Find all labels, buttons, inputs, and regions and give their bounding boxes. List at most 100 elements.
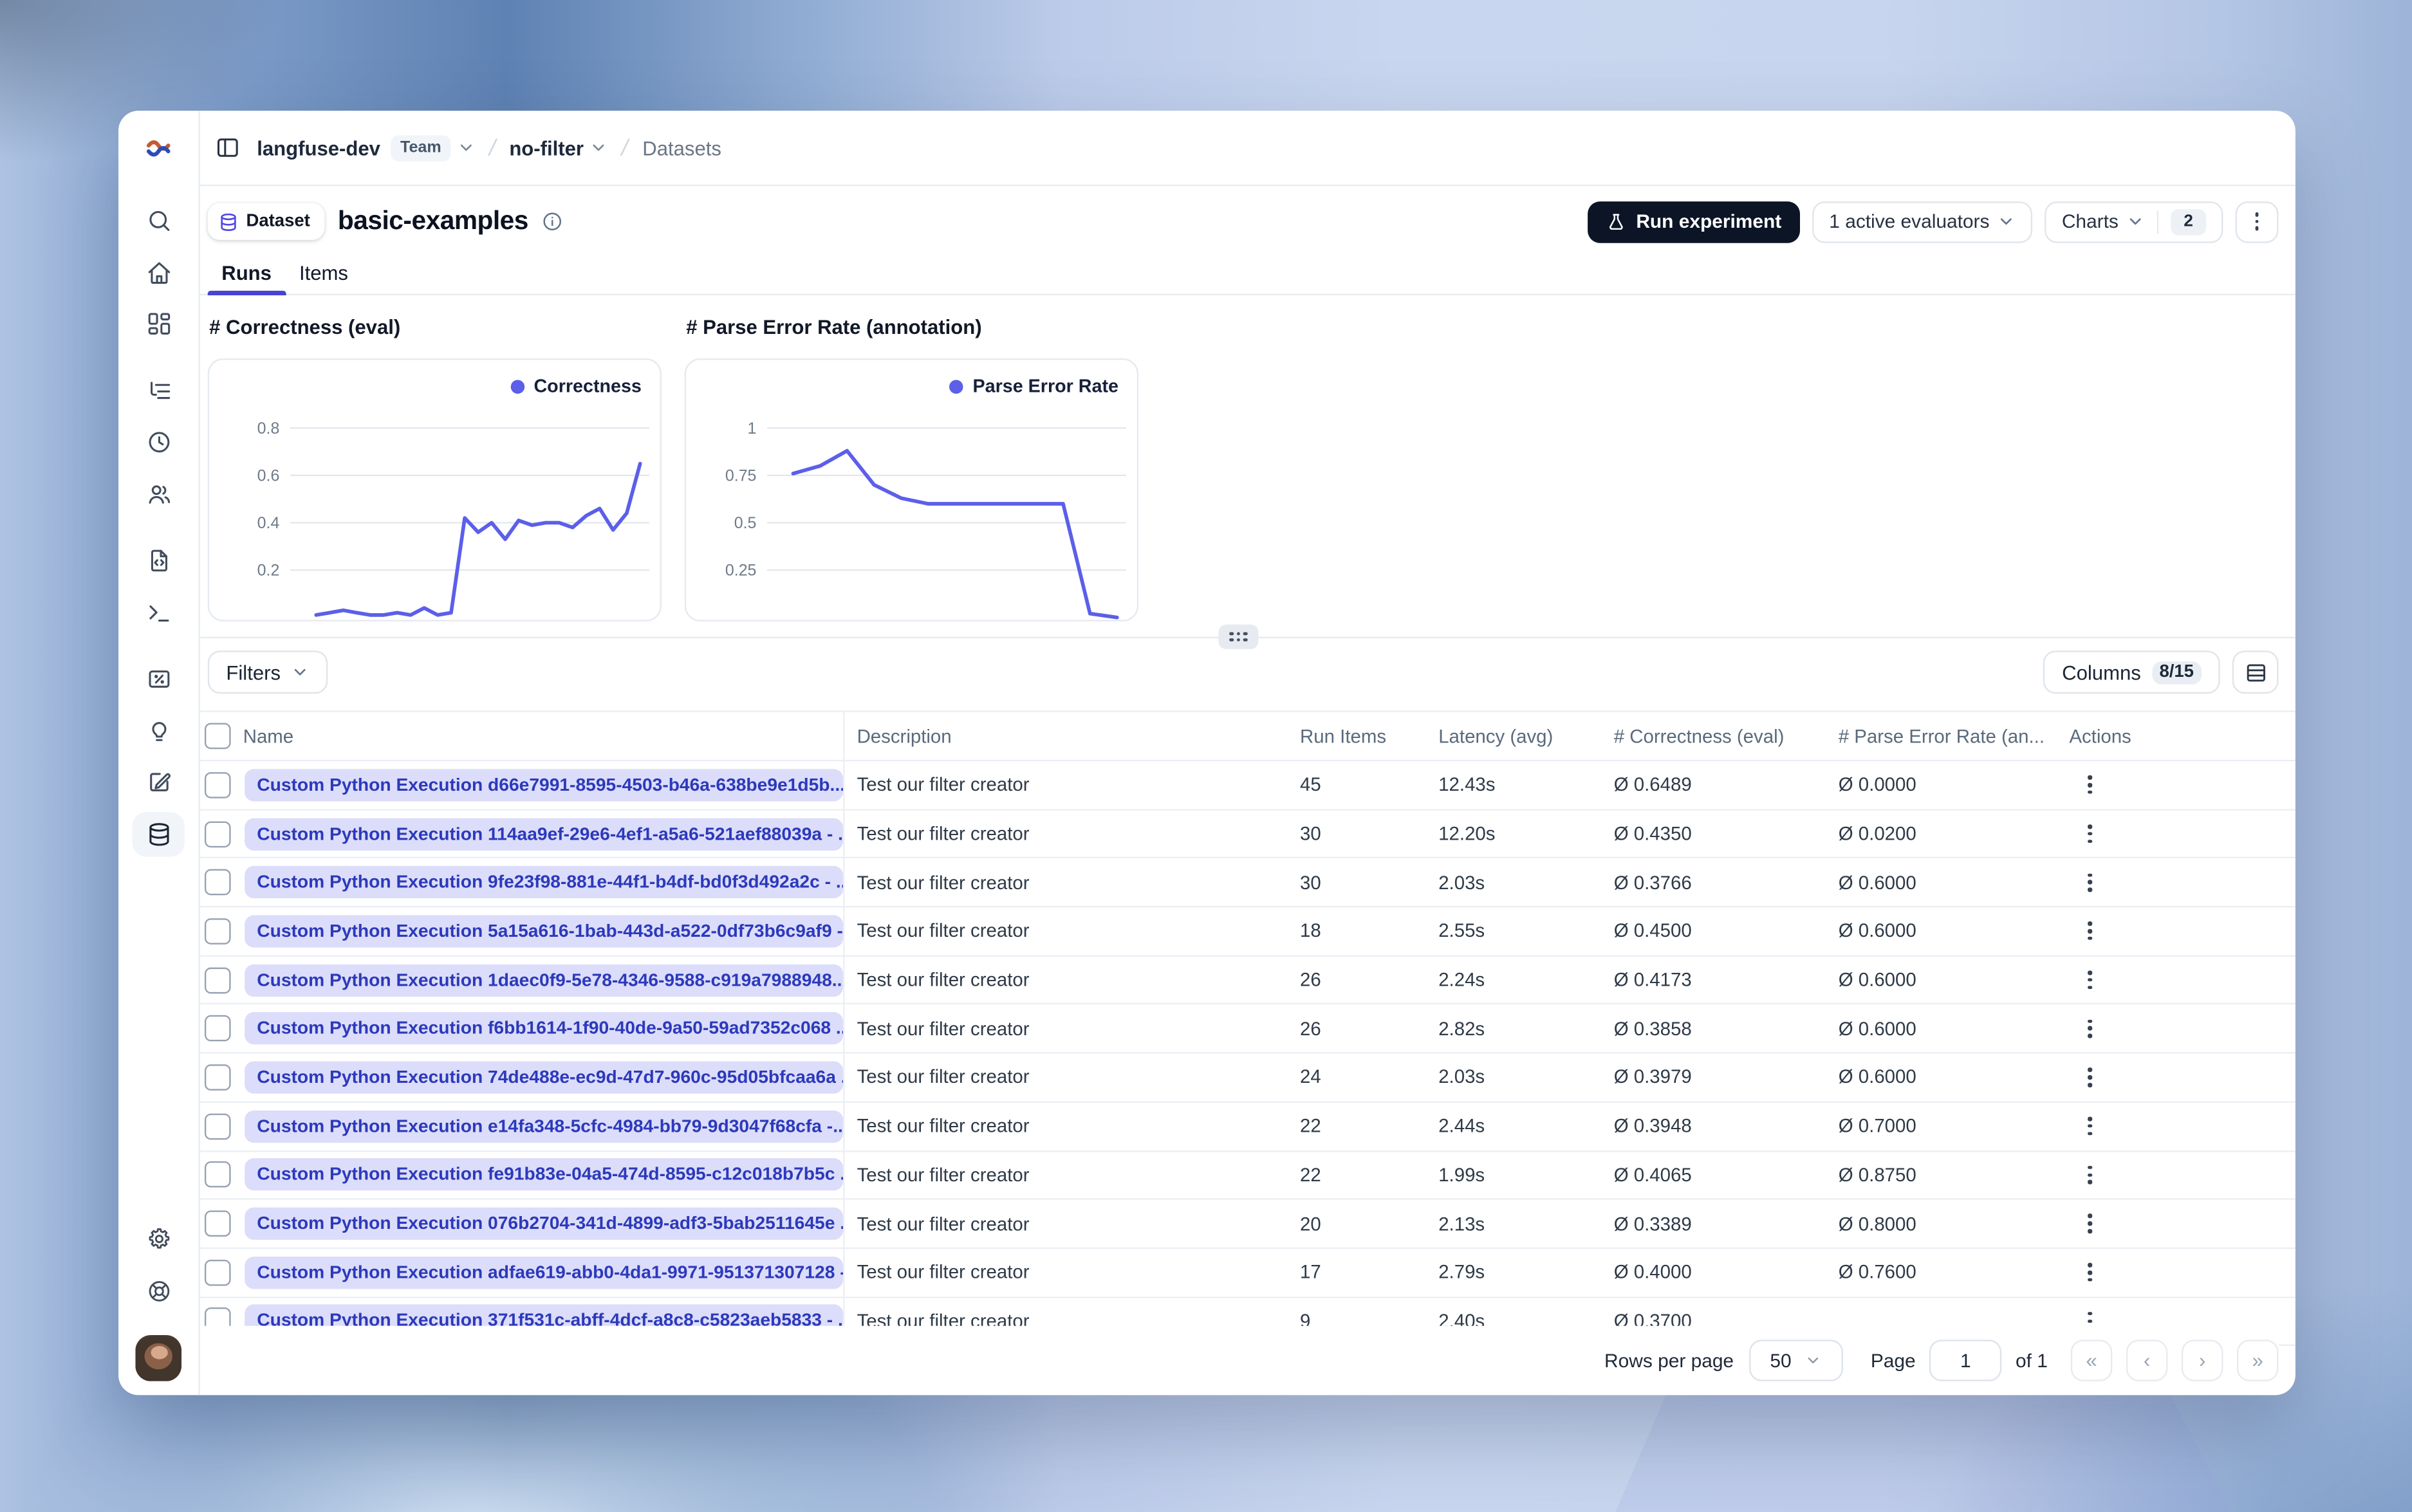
chevron-down-icon[interactable] [590,138,609,157]
table-row[interactable]: Custom Python Execution 114aa9ef-29e6-4e… [198,810,2296,859]
run-name-link[interactable]: Custom Python Execution adfae619-abb0-4d… [245,1256,844,1289]
row-checkbox[interactable] [204,771,231,798]
page-of-label: of 1 [2016,1349,2048,1372]
table-row[interactable]: Custom Python Execution d66e7991-8595-45… [198,761,2296,811]
parse-error-rate-value: Ø 0.7000 [1838,1115,1916,1138]
run-description: Test our filter creator [857,969,1030,991]
table-row[interactable]: Custom Python Execution adfae619-abb0-4d… [198,1248,2296,1298]
run-experiment-button[interactable]: Run experiment [1588,200,1800,243]
row-actions-menu[interactable] [2088,1214,2092,1233]
dashboard-icon[interactable] [133,302,185,346]
columns-button[interactable]: Columns 8/15 [2043,650,2220,694]
row-actions-menu[interactable] [2088,1165,2092,1185]
row-actions-menu[interactable] [2088,775,2092,795]
table-row[interactable]: Custom Python Execution 5a15a616-1bab-44… [198,907,2296,957]
first-page-button[interactable]: « [2070,1340,2113,1381]
page-actions-menu-button[interactable] [2235,200,2279,243]
run-description: Test our filter creator [857,1018,1030,1040]
database-icon [221,212,236,230]
parse-error-rate-value: Ø 0.7600 [1838,1261,1916,1284]
run-name-link[interactable]: Custom Python Execution 9fe23f98-881e-44… [245,866,844,899]
row-height-button[interactable] [2232,650,2279,694]
row-checkbox[interactable] [204,917,231,945]
run-name-link[interactable]: Custom Python Execution e14fa348-5cfc-49… [245,1110,844,1143]
run-name-link[interactable]: Custom Python Execution f6bb1614-1f90-40… [245,1012,844,1045]
row-checkbox[interactable] [204,1259,231,1286]
chevron-down-icon[interactable] [457,138,476,157]
home-icon[interactable] [133,250,185,294]
filters-button[interactable]: Filters [207,650,329,694]
playground-terminal-icon[interactable] [133,590,185,634]
breadcrumb-org[interactable]: langfuse-dev [257,136,380,160]
search-icon[interactable] [133,198,185,243]
row-checkbox[interactable] [204,1112,231,1139]
sessions-clock-icon[interactable] [133,420,185,465]
run-name-link[interactable]: Custom Python Execution d66e7991-8595-45… [245,768,844,802]
correctness-value: Ø 0.3389 [1613,1213,1692,1235]
column-header-description[interactable]: Description [844,712,1300,760]
support-lifebuoy-icon[interactable] [133,1269,185,1313]
chart-legend: Correctness [510,375,642,397]
row-actions-menu[interactable] [2088,824,2092,844]
pagination-controls: « ‹ › » [2070,1340,2279,1381]
column-header-correctness[interactable]: # Correctness (eval) [1614,712,1839,760]
row-checkbox[interactable] [204,1015,231,1042]
rows-per-page-select[interactable]: 50 [1749,1340,1843,1381]
page-number-input[interactable] [1929,1340,2002,1381]
settings-gear-icon[interactable] [133,1217,185,1261]
row-actions-menu[interactable] [2088,1068,2092,1087]
annotation-clipboard-pen-icon[interactable] [133,760,185,804]
row-checkbox[interactable] [204,1210,231,1237]
row-actions-menu[interactable] [2088,1116,2092,1136]
info-icon[interactable] [542,211,563,232]
row-checkbox[interactable] [204,820,231,847]
breadcrumb-project[interactable]: no-filter [509,136,584,160]
run-name-link[interactable]: Custom Python Execution 1daec0f9-5e78-43… [245,963,844,997]
row-actions-menu[interactable] [2088,1019,2092,1038]
resize-drag-handle[interactable] [1218,624,1259,649]
table-row[interactable]: Custom Python Execution 74de488e-ec9d-47… [198,1053,2296,1103]
row-checkbox[interactable] [204,1161,231,1188]
users-icon[interactable] [133,472,185,516]
row-checkbox[interactable] [204,869,231,896]
run-name-link[interactable]: Custom Python Execution 5a15a616-1bab-44… [245,915,844,948]
select-all-checkbox[interactable] [204,723,231,750]
column-header-latency[interactable]: Latency (avg) [1438,712,1614,760]
table-row[interactable]: Custom Python Execution f6bb1614-1f90-40… [198,1005,2296,1054]
row-checkbox[interactable] [204,1064,231,1091]
insights-lightbulb-icon[interactable] [133,708,185,753]
user-avatar[interactable] [135,1335,182,1381]
correctness-value: Ø 0.4500 [1613,920,1692,943]
datasets-database-icon[interactable] [132,811,185,856]
last-page-button[interactable]: » [2236,1340,2279,1381]
row-actions-menu[interactable] [2088,921,2092,941]
active-evaluators-label: 1 active evaluators [1829,210,1990,232]
table-row[interactable]: Custom Python Execution e14fa348-5cfc-49… [198,1102,2296,1152]
active-evaluators-button[interactable]: 1 active evaluators [1812,200,2033,243]
tab-items[interactable]: Items [285,251,362,294]
scores-icon[interactable] [133,657,185,701]
charts-toggle-button[interactable]: Charts 2 [2045,200,2223,243]
previous-page-button[interactable]: ‹ [2126,1340,2168,1381]
table-row[interactable]: Custom Python Execution fe91b83e-04a5-47… [198,1151,2296,1201]
run-name-link[interactable]: Custom Python Execution fe91b83e-04a5-47… [245,1158,844,1192]
tab-runs[interactable]: Runs [207,251,286,295]
breadcrumb-section[interactable]: Datasets [642,136,721,160]
row-actions-menu[interactable] [2088,1263,2092,1282]
prompts-file-code-icon[interactable] [133,539,185,583]
next-page-button[interactable]: › [2181,1340,2223,1381]
row-actions-menu[interactable] [2088,970,2092,990]
row-actions-menu[interactable] [2088,873,2092,892]
row-checkbox[interactable] [204,966,231,993]
tracing-icon[interactable] [133,369,185,413]
run-name-link[interactable]: Custom Python Execution 076b2704-341d-48… [245,1207,844,1240]
panel-left-icon[interactable] [216,135,240,160]
run-name-link[interactable]: Custom Python Execution 74de488e-ec9d-47… [245,1061,844,1094]
column-header-run-items[interactable]: Run Items [1300,712,1438,760]
column-header-name[interactable]: Name [239,712,845,760]
run-name-link[interactable]: Custom Python Execution 114aa9ef-29e6-4e… [245,817,844,850]
table-row[interactable]: Custom Python Execution 076b2704-341d-48… [198,1200,2296,1249]
table-row[interactable]: Custom Python Execution 1daec0f9-5e78-43… [198,956,2296,1006]
column-header-parse-error-rate[interactable]: # Parse Error Rate (an... [1839,712,2063,760]
table-row[interactable]: Custom Python Execution 9fe23f98-881e-44… [198,858,2296,908]
